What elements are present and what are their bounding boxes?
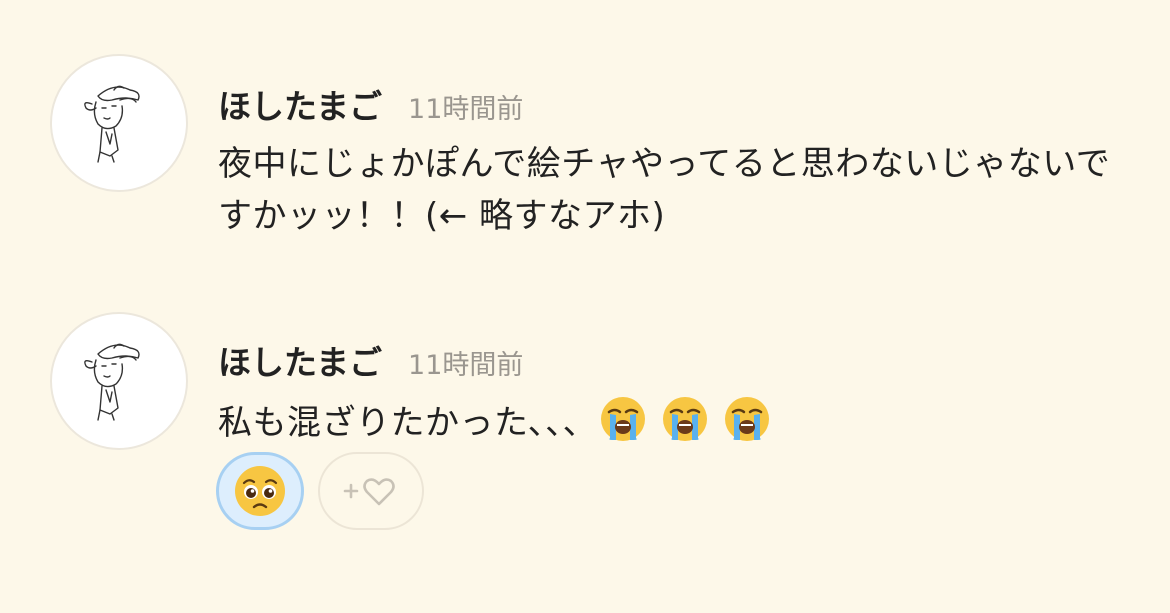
comment-text: 私も混ざりたかった､､､ [218,403,581,443]
loudly-crying-face-icon [663,397,708,441]
user-drawing-icon [84,343,140,421]
reactions-bar [216,452,424,530]
add-reaction-button[interactable] [318,452,424,530]
timestamp: 11時間前 [408,350,524,381]
avatar[interactable] [50,54,188,192]
loudly-crying-face-icon [601,397,646,441]
user-drawing-icon [84,85,140,163]
plus-heart-icon [343,478,395,506]
pleading-face-icon [235,466,285,516]
timestamp: 11時間前 [408,94,524,125]
username[interactable]: ほしたまご [218,80,382,128]
loudly-crying-face-icon [725,397,770,441]
username[interactable]: ほしたまご [218,336,382,384]
comment-text-row: 私も混ざりたかった､､､ [218,394,1138,449]
emoji-group [587,397,784,443]
comment-text: 夜中にじょかぽんで絵チャやってると思わないじゃないですかッッ！！(← 略すなアホ… [218,144,1111,236]
reaction-pleading-face[interactable] [216,452,304,530]
avatar[interactable] [50,312,188,450]
